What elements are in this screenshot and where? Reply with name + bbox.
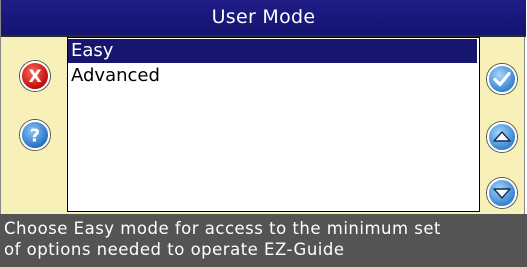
dialog-title: User Mode — [1, 0, 526, 37]
help-text-line-2: of options needed to operate EZ-Guide — [4, 240, 345, 259]
list-item-easy[interactable]: Easy — [68, 39, 477, 63]
list-item-advanced[interactable]: Advanced — [68, 64, 477, 88]
ok-button[interactable] — [487, 64, 517, 94]
cancel-button[interactable]: X — [20, 61, 50, 91]
scroll-down-button[interactable] — [487, 178, 517, 208]
scroll-up-button[interactable] — [487, 122, 517, 152]
cancel-glyph: X — [28, 67, 41, 87]
help-question-icon: ? — [30, 126, 40, 147]
arrow-up-icon — [493, 131, 511, 142]
help-button[interactable]: ? — [20, 120, 50, 150]
help-text-line-1: Choose Easy mode for access to the minim… — [4, 219, 442, 238]
cancel-x-icon: X — [28, 67, 41, 87]
arrow-down-icon — [493, 188, 511, 199]
screen: User Mode X ? Easy Advanced Choose Easy … — [0, 0, 527, 267]
checkmark-icon — [493, 71, 511, 87]
help-text-bar: Choose Easy mode for access to the minim… — [0, 214, 527, 267]
user-mode-list[interactable]: Easy Advanced — [67, 37, 480, 212]
help-glyph: ? — [30, 126, 40, 147]
